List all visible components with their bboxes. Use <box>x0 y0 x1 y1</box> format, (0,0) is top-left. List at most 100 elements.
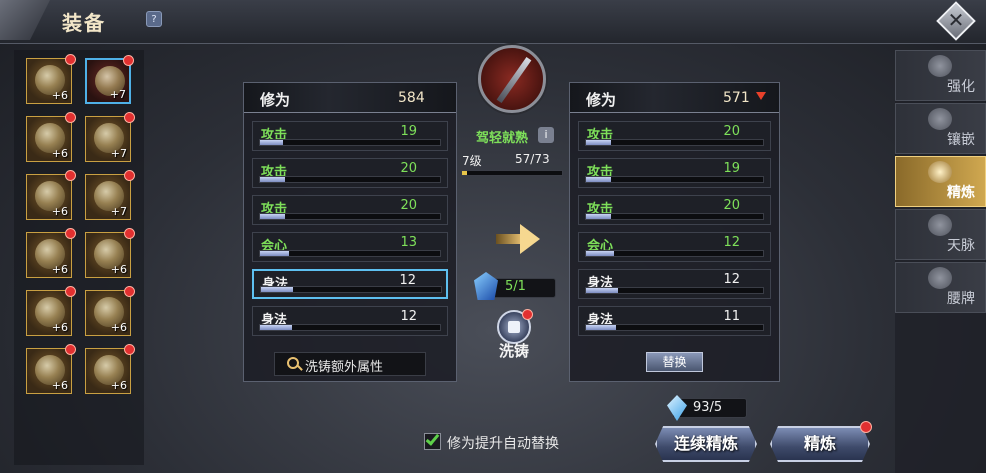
alert-dot <box>124 286 135 297</box>
attribute-bar <box>585 287 764 294</box>
experience-bar-fill <box>462 171 467 175</box>
wash-icon <box>508 321 520 333</box>
wash-extra-attributes-button[interactable]: 洗铸额外属性 <box>274 352 426 376</box>
equipment-slot[interactable]: +6 <box>26 54 76 104</box>
continuous-refine-label: 连续精炼 <box>673 434 738 453</box>
attribute-row: 攻击 20 <box>252 158 448 188</box>
equipment-slot[interactable]: +7 <box>85 170 135 220</box>
preview-cultivation-label: 修为 <box>586 91 617 109</box>
wash-extra-attributes-label: 洗铸额外属性 <box>305 360 384 375</box>
attribute-bar <box>585 250 764 257</box>
attribute-row: 攻击 19 <box>252 121 448 151</box>
replace-button[interactable]: 替换 <box>646 352 703 372</box>
attribute-bar <box>585 324 764 331</box>
equipment-slot[interactable]: +6 <box>85 286 135 336</box>
equipment-level: +6 <box>51 263 68 276</box>
sword-icon <box>496 56 532 104</box>
refine-stone-count: 5/1 <box>505 279 526 294</box>
current-cultivation-value: 584 <box>398 90 425 106</box>
equipment-level: +7 <box>110 147 127 160</box>
tab-label: 强化 <box>947 79 975 95</box>
attribute-bar-fill <box>586 251 615 256</box>
wash-alert-dot <box>522 309 533 320</box>
equipment-slot[interactable]: +6 <box>85 344 135 394</box>
current-cultivation-header: 修为 584 <box>244 83 456 113</box>
equipment-level: +6 <box>110 379 127 392</box>
attribute-row: 攻击 20 <box>252 195 448 225</box>
attribute-bar-fill <box>260 177 286 182</box>
equipment-slot[interactable]: +7 <box>85 55 134 104</box>
preview-cultivation-value: 571 <box>723 90 750 106</box>
experience-bar <box>461 170 563 176</box>
equipment-slot[interactable]: +6 <box>26 286 76 336</box>
attribute-row: 身法 11 <box>578 306 771 336</box>
attribute-bar-fill <box>586 140 611 145</box>
tab-refine[interactable]: 精炼 <box>895 156 986 207</box>
equipment-slot[interactable]: +6 <box>85 228 135 278</box>
tab-inlay[interactable]: 镶嵌 <box>895 103 986 154</box>
equipment-slot[interactable]: +6 <box>26 228 76 278</box>
attribute-value: 19 <box>723 161 740 176</box>
wash-label: 洗铸 <box>499 342 530 360</box>
close-button[interactable]: ✕ <box>936 1 976 41</box>
refine-level: 7级 <box>462 154 482 168</box>
auto-replace-label: 修为提升自动替换 <box>447 436 559 452</box>
equipment-slot[interactable]: +7 <box>85 112 135 162</box>
attribute-bar <box>259 324 441 331</box>
attribute-row: 攻击 20 <box>578 195 771 225</box>
equipment-level: +6 <box>110 263 127 276</box>
attribute-bar-fill <box>260 325 293 330</box>
attribute-row[interactable]: 身法 12 <box>252 269 448 299</box>
equipment-slot[interactable]: +6 <box>26 170 76 220</box>
search-icon-handle <box>297 365 303 371</box>
attribute-bar <box>585 176 764 183</box>
equipment-slot[interactable]: +6 <box>26 344 76 394</box>
tab-meridian[interactable]: 天脉 <box>895 209 986 260</box>
equipment-slot[interactable]: +6 <box>26 112 76 162</box>
attribute-bar <box>259 176 441 183</box>
current-attributes-panel: 修为 584 攻击 19 攻击 20 攻击 20 会心 13 身法 12 身法 12 <box>243 82 457 382</box>
attribute-value: 20 <box>723 124 740 139</box>
attribute-row: 身法 12 <box>252 306 448 336</box>
attribute-bar-fill <box>261 287 294 292</box>
weapon-icon[interactable] <box>478 45 546 113</box>
continuous-refine-button[interactable]: 连续精炼 <box>655 426 757 462</box>
attribute-bar <box>259 139 441 146</box>
tab-icon <box>928 55 952 77</box>
equipment-level: +6 <box>51 147 68 160</box>
refine-button[interactable]: 精炼 <box>770 426 870 462</box>
equipment-level: +6 <box>110 321 127 334</box>
tab-strengthen[interactable]: 强化 <box>895 50 986 101</box>
refine-stone-icon[interactable] <box>474 272 498 300</box>
tab-label: 镶嵌 <box>947 132 975 148</box>
attribute-row: 会心 12 <box>578 232 771 262</box>
arrow-right-icon <box>492 222 544 256</box>
attribute-bar <box>585 213 764 220</box>
attribute-value: 11 <box>723 309 740 324</box>
tab-label: 天脉 <box>947 238 975 254</box>
help-icon[interactable]: ? <box>146 11 162 27</box>
equipment-level: +6 <box>51 321 68 334</box>
alert-dot <box>65 170 76 181</box>
info-icon[interactable]: i <box>538 127 554 143</box>
attribute-bar-fill <box>260 140 284 145</box>
refine-experience: 57/73 <box>515 152 550 166</box>
checkmark-icon <box>425 431 440 446</box>
attribute-value: 20 <box>400 161 417 176</box>
tab-icon <box>928 161 952 183</box>
attribute-value: 12 <box>400 309 417 324</box>
tab-waist-badge[interactable]: 腰牌 <box>895 262 986 313</box>
tab-label: 精炼 <box>947 185 975 201</box>
replace-button-label: 替换 <box>662 355 687 369</box>
equipment-level: +7 <box>110 205 127 218</box>
attribute-bar <box>585 139 764 146</box>
equipment-level: +6 <box>51 379 68 392</box>
tab-icon <box>928 108 952 130</box>
close-icon: ✕ <box>947 8 965 32</box>
attribute-value: 19 <box>400 124 417 139</box>
auto-replace-checkbox[interactable] <box>424 431 441 450</box>
attribute-bar-fill <box>586 325 617 330</box>
alert-dot <box>124 228 135 239</box>
preview-attributes-panel: 修为 571 攻击 20 攻击 19 攻击 20 会心 12 身法 12 身法 11 <box>569 82 780 382</box>
alert-dot <box>65 344 76 355</box>
